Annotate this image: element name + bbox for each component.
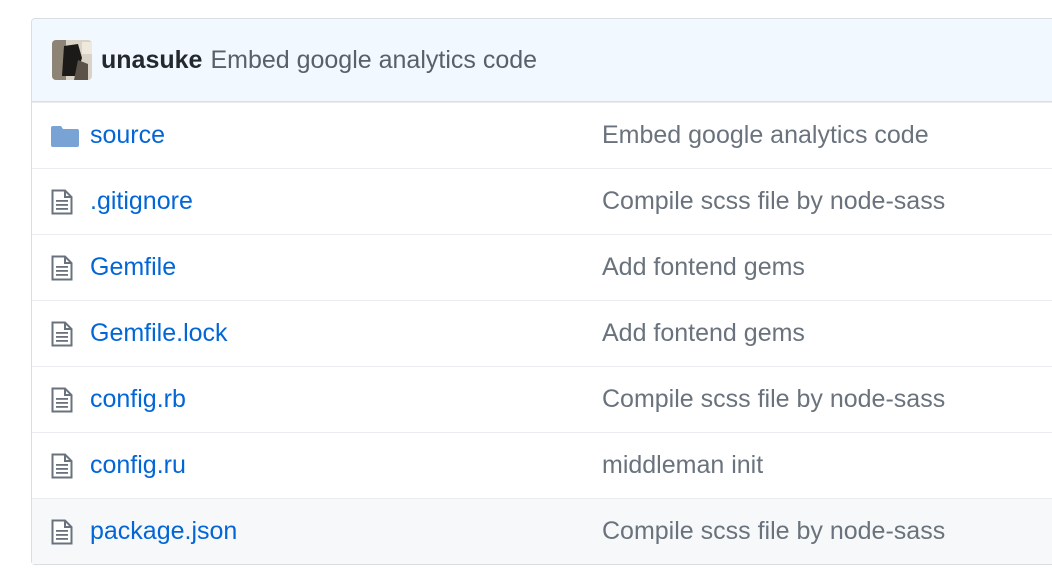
file-commit-message[interactable]: middleman init bbox=[602, 451, 763, 480]
file-row-gitignore[interactable]: .gitignore Compile scss file by node-sas… bbox=[32, 168, 1052, 234]
user-avatar-icon bbox=[52, 40, 92, 80]
file-commit-message[interactable]: Add fontend gems bbox=[602, 319, 805, 348]
file-row-gemfile-lock[interactable]: Gemfile.lock Add fontend gems bbox=[32, 300, 1052, 366]
file-icon bbox=[51, 387, 73, 412]
file-icon bbox=[51, 189, 73, 214]
file-commit-message[interactable]: Compile scss file by node-sass bbox=[602, 187, 945, 216]
latest-commit-header: unasuke Embed google analytics code bbox=[32, 19, 1052, 102]
file-table: unasuke Embed google analytics code sour… bbox=[31, 18, 1052, 565]
file-icon bbox=[51, 519, 73, 544]
file-icon bbox=[51, 321, 73, 346]
commit-message-link[interactable]: Embed google analytics code bbox=[210, 46, 537, 75]
file-name-link[interactable]: Gemfile.lock bbox=[90, 319, 602, 348]
file-commit-message[interactable]: Embed google analytics code bbox=[602, 121, 929, 150]
file-row-package-json[interactable]: package.json Compile scss file by node-s… bbox=[32, 498, 1052, 564]
file-name-link[interactable]: config.rb bbox=[90, 385, 602, 414]
file-name-link[interactable]: source bbox=[90, 121, 602, 150]
file-row-config-ru[interactable]: config.ru middleman init bbox=[32, 432, 1052, 498]
commit-author-link[interactable]: unasuke bbox=[101, 46, 202, 75]
file-name-link[interactable]: Gemfile bbox=[90, 253, 602, 282]
file-icon bbox=[51, 453, 73, 478]
file-commit-message[interactable]: Compile scss file by node-sass bbox=[602, 517, 945, 546]
file-icon bbox=[51, 255, 73, 280]
file-row-gemfile[interactable]: Gemfile Add fontend gems bbox=[32, 234, 1052, 300]
file-row-config-rb[interactable]: config.rb Compile scss file by node-sass bbox=[32, 366, 1052, 432]
file-commit-message[interactable]: Add fontend gems bbox=[602, 253, 805, 282]
author-avatar[interactable] bbox=[52, 40, 92, 80]
file-name-link[interactable]: .gitignore bbox=[90, 187, 602, 216]
file-commit-message[interactable]: Compile scss file by node-sass bbox=[602, 385, 945, 414]
file-row-source[interactable]: source Embed google analytics code bbox=[32, 102, 1052, 168]
folder-icon bbox=[51, 125, 79, 147]
file-name-link[interactable]: package.json bbox=[90, 517, 602, 546]
file-name-link[interactable]: config.ru bbox=[90, 451, 602, 480]
